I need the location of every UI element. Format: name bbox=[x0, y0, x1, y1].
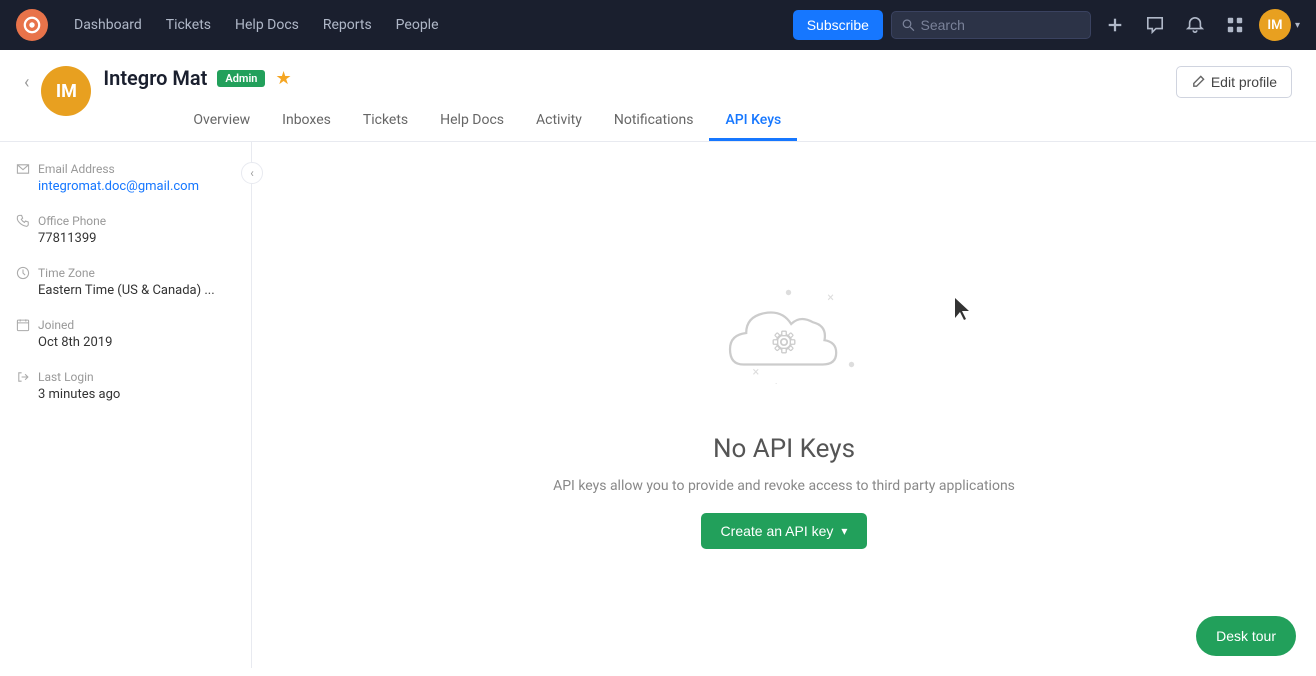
desk-tour-button[interactable]: Desk tour bbox=[1196, 616, 1296, 656]
last-login-value: 3 minutes ago bbox=[16, 387, 235, 402]
sidebar-phone-item: Office Phone 77811399 bbox=[16, 214, 235, 246]
email-icon bbox=[16, 162, 30, 176]
tab-inboxes[interactable]: Inboxes bbox=[266, 102, 347, 141]
phone-value: 77811399 bbox=[16, 231, 235, 246]
empty-state: × · × bbox=[553, 262, 1015, 549]
cloud-gear-svg: × · × bbox=[694, 267, 874, 417]
empty-description: API keys allow you to provide and revoke… bbox=[553, 476, 1015, 497]
timezone-label: Time Zone bbox=[38, 266, 95, 280]
sidebar-email-item: Email Address integromat.doc@gmail.com bbox=[16, 162, 235, 194]
left-sidebar: ‹ Email Address integromat.doc@gmail.com… bbox=[0, 142, 252, 668]
create-api-label: Create an API key bbox=[721, 523, 834, 539]
subscribe-button[interactable]: Subscribe bbox=[793, 10, 883, 40]
collapse-sidebar-button[interactable]: ‹ bbox=[241, 162, 263, 184]
timezone-value: Eastern Time (US & Canada) ... bbox=[16, 283, 235, 298]
main-area: ‹ Email Address integromat.doc@gmail.com… bbox=[0, 142, 1316, 668]
tab-apikeys[interactable]: API Keys bbox=[709, 102, 797, 141]
user-menu[interactable]: IM ▾ bbox=[1259, 9, 1300, 41]
email-value[interactable]: integromat.doc@gmail.com bbox=[16, 179, 235, 194]
profile-info: Integro Mat Admin ★ Overview Inboxes Tic… bbox=[103, 66, 1175, 141]
search-icon bbox=[902, 18, 915, 32]
profile-avatar: IM bbox=[41, 66, 91, 116]
search-box[interactable] bbox=[891, 11, 1091, 39]
nav-reports[interactable]: Reports bbox=[313, 11, 382, 39]
create-api-key-button[interactable]: Create an API key ▾ bbox=[701, 513, 868, 549]
empty-title: No API Keys bbox=[713, 434, 855, 464]
nav-tickets[interactable]: Tickets bbox=[156, 11, 221, 39]
search-input[interactable] bbox=[921, 17, 1080, 33]
add-button[interactable] bbox=[1099, 9, 1131, 41]
joined-value: Oct 8th 2019 bbox=[16, 335, 235, 350]
logo[interactable] bbox=[16, 9, 48, 41]
last-login-label: Last Login bbox=[38, 370, 94, 384]
email-label: Email Address bbox=[38, 162, 115, 176]
avatar: IM bbox=[1259, 9, 1291, 41]
edit-icon bbox=[1191, 75, 1205, 89]
chat-icon[interactable] bbox=[1139, 9, 1171, 41]
clock-icon bbox=[16, 266, 30, 280]
nav-dashboard[interactable]: Dashboard bbox=[64, 11, 152, 39]
profile-tabs: Overview Inboxes Tickets Help Docs Activ… bbox=[103, 102, 1175, 141]
tab-helpdocs[interactable]: Help Docs bbox=[424, 102, 520, 141]
tab-overview[interactable]: Overview bbox=[177, 102, 266, 141]
top-navigation: Dashboard Tickets Help Docs Reports Peop… bbox=[0, 0, 1316, 50]
profile-header: ‹ IM Integro Mat Admin ★ Overview Inboxe… bbox=[0, 50, 1316, 142]
dropdown-arrow-icon: ▾ bbox=[841, 524, 847, 538]
nav-actions: Subscribe IM ▾ bbox=[793, 9, 1300, 41]
star-icon[interactable]: ★ bbox=[275, 68, 291, 89]
back-button[interactable]: ‹ bbox=[24, 72, 29, 93]
phone-label: Office Phone bbox=[38, 214, 106, 228]
sidebar-timezone-item: Time Zone Eastern Time (US & Canada) ... bbox=[16, 266, 235, 298]
edit-profile-label: Edit profile bbox=[1211, 74, 1277, 90]
sidebar-joined-item: Joined Oct 8th 2019 bbox=[16, 318, 235, 350]
svg-text:×: × bbox=[752, 365, 759, 380]
svg-text:·: · bbox=[775, 380, 777, 390]
profile-name: Integro Mat bbox=[103, 66, 207, 90]
svg-text:×: × bbox=[827, 290, 834, 305]
empty-illustration: × · × bbox=[684, 262, 884, 422]
edit-profile-button[interactable]: Edit profile bbox=[1176, 66, 1292, 98]
admin-badge: Admin bbox=[217, 70, 265, 87]
tab-tickets[interactable]: Tickets bbox=[347, 102, 424, 141]
notifications-icon[interactable] bbox=[1179, 9, 1211, 41]
tab-activity[interactable]: Activity bbox=[520, 102, 598, 141]
tab-notifications[interactable]: Notifications bbox=[598, 102, 710, 141]
phone-icon bbox=[16, 214, 30, 228]
nav-people[interactable]: People bbox=[386, 11, 449, 39]
dropdown-arrow-icon: ▾ bbox=[1295, 20, 1300, 31]
nav-helpdocs[interactable]: Help Docs bbox=[225, 11, 309, 39]
joined-label: Joined bbox=[38, 318, 74, 332]
sidebar-lastlogin-item: Last Login 3 minutes ago bbox=[16, 370, 235, 402]
calendar-icon bbox=[16, 318, 30, 332]
grid-icon[interactable] bbox=[1219, 9, 1251, 41]
nav-links: Dashboard Tickets Help Docs Reports Peop… bbox=[64, 11, 785, 39]
right-content: × · × bbox=[252, 142, 1316, 668]
login-icon bbox=[16, 370, 30, 384]
